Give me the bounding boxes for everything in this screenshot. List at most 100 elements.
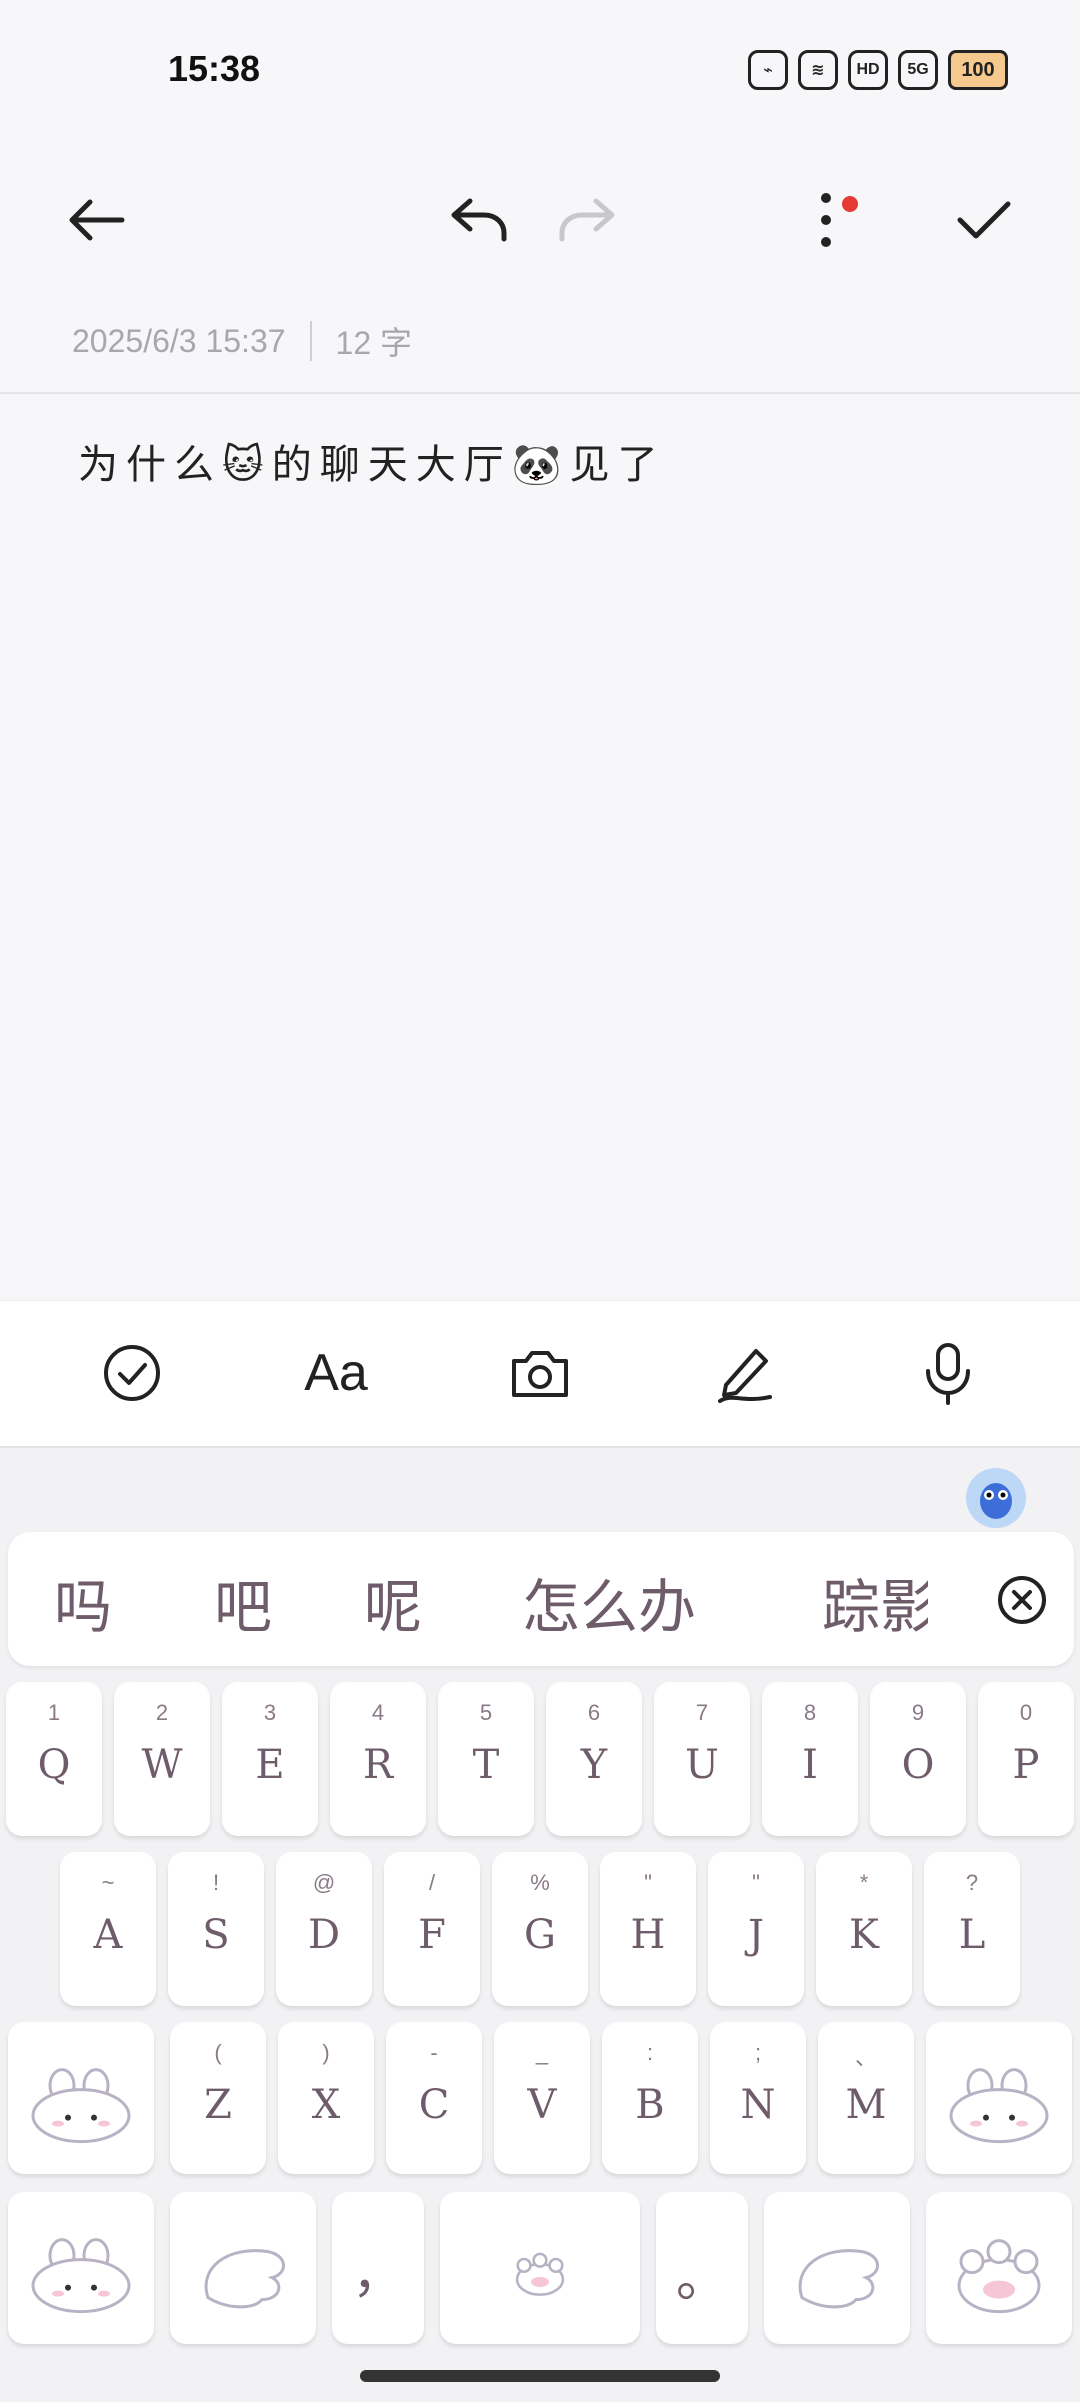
key-g[interactable]: % G [492,1852,588,2006]
key-l[interactable]: ? L [924,1852,1020,2006]
key-v[interactable]: _ V [494,2022,590,2174]
close-candidates-button[interactable] [996,1574,1048,1626]
candidate-item[interactable]: 吗 [54,1560,112,1644]
back-button[interactable] [56,180,136,260]
key-c[interactable]: -C [386,2022,482,2174]
key-hint: ~ [101,1870,115,1895]
key-e[interactable]: 3E [222,1682,318,1836]
key-hint: " [644,1870,652,1895]
backspace-key[interactable] [926,2022,1072,2174]
shift-key[interactable] [8,2022,154,2174]
undo-button[interactable] [438,180,518,260]
wing-icon [798,2249,879,2309]
key-r[interactable]: 4R [330,1682,426,1836]
key-hint: % [530,1870,550,1895]
key-j[interactable]: " J [708,1852,804,2006]
key-label: F [418,1912,446,1958]
key-m[interactable]: 、 M [818,2022,914,2174]
emoji-key[interactable] [170,2192,316,2344]
key-hint: _ [535,2040,549,2065]
key-t[interactable]: 5T [438,1682,534,1836]
key-hint: 9 [911,1700,925,1725]
key-k[interactable]: * K [816,1852,912,2006]
key-h[interactable]: " H [600,1852,696,2006]
key-hint: 5 [479,1700,493,1725]
comma-key[interactable]: ， [332,2192,424,2344]
handwriting-button[interactable] [704,1333,784,1413]
period-key[interactable]: 。 [656,2192,748,2344]
bird-icon [980,1483,1012,1519]
period-label: 。 [675,2249,728,2309]
key-b[interactable]: :B [602,2022,698,2174]
checklist-button[interactable] [92,1333,172,1413]
signal-icon: ⌁ [748,50,788,90]
bunny-icon [31,2238,131,2314]
key-a[interactable]: ~ A [60,1852,156,2006]
key-hint: - [430,2040,438,2065]
text-format-button[interactable]: Aa [296,1333,376,1413]
key-label: P [1012,1742,1040,1788]
key-label: T [472,1742,500,1788]
candidate-item[interactable]: 踪影 [822,1560,928,1644]
key-w[interactable]: 2W [114,1682,210,1836]
enter-key[interactable] [926,2192,1072,2344]
key-label: A [93,1912,123,1958]
key-label: R [362,1742,394,1788]
key-label: G [524,1912,556,1958]
key-n[interactable]: ; N [710,2022,806,2174]
key-label: C [418,2082,450,2128]
redo-button[interactable] [548,180,628,260]
key-hint: ; [754,2040,762,2065]
key-label: B [635,2082,665,2128]
voice-button[interactable] [908,1333,988,1413]
key-label: L [958,1912,986,1958]
done-button[interactable] [944,180,1024,260]
key-hint: ) [322,2040,330,2065]
paw-icon [515,2252,565,2296]
camera-button[interactable] [500,1333,580,1413]
candidate-item[interactable]: 吧 [214,1560,272,1644]
space-key[interactable] [440,2192,640,2344]
key-hint: : [646,2040,654,2065]
candidate-item[interactable]: 怎么办 [522,1560,696,1644]
hd-icon: HD [848,50,888,90]
key-label: I [802,1742,818,1788]
more-button[interactable] [786,180,866,260]
note-body[interactable]: 为什么🐱的聊天大厅🐼见了 [78,432,666,490]
candidate-item[interactable]: 呢 [364,1560,422,1644]
language-key[interactable] [764,2192,910,2344]
key-label: S [202,1912,230,1958]
key-label: N [740,2082,776,2128]
key-q[interactable]: 1Q [6,1682,102,1836]
key-p[interactable]: 0P [978,1682,1074,1836]
check-icon [957,201,1011,239]
bunny-icon [31,2068,131,2144]
key-hint: 6 [587,1700,601,1725]
key-d[interactable]: @ D [276,1852,372,2006]
undo-icon [451,198,507,242]
keyboard-mascot-icon[interactable] [966,1468,1026,1528]
home-indicator [360,2370,720,2382]
pen-icon [718,1349,772,1403]
arrow-left-icon [69,199,125,241]
key-u[interactable]: 7U [654,1682,750,1836]
key-s[interactable]: ! S [168,1852,264,2006]
key-i[interactable]: 8I [762,1682,858,1836]
key-z[interactable]: (Z [170,2022,266,2174]
checklist-icon [104,1345,160,1401]
key-label: Y [580,1742,608,1788]
note-word-count: 12 字 [335,325,413,361]
key-label: K [849,1912,879,1958]
key-x[interactable]: ) X [278,2022,374,2174]
key-label: D [307,1912,341,1958]
key-label: E [255,1742,285,1788]
key-f[interactable]: / F [384,1852,480,2006]
key-label: H [630,1912,666,1958]
network-icon: 5G [898,50,938,90]
close-icon [998,1576,1046,1624]
camera-icon [512,1351,568,1397]
key-o[interactable]: 9O [870,1682,966,1836]
symbols-key[interactable] [8,2192,154,2344]
key-hint: 2 [155,1700,169,1725]
key-y[interactable]: 6Y [546,1682,642,1836]
